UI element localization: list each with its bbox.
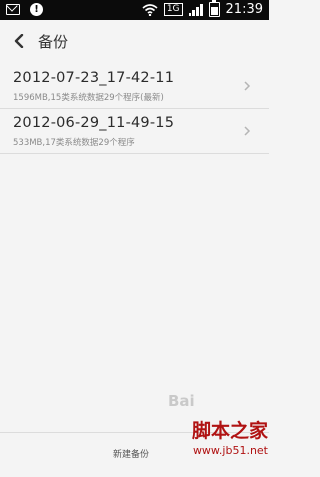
baidu-watermark: Bai xyxy=(168,392,195,410)
clock: 21:39 xyxy=(225,2,263,17)
signal-icon xyxy=(188,3,203,16)
backup-name: 2012-07-23_17-42-11 xyxy=(13,70,175,86)
backup-details: 533MB,17类系统数据29个程序 xyxy=(13,138,135,148)
status-bar-system: 1G 21:39 xyxy=(142,0,263,17)
back-button[interactable] xyxy=(8,28,34,54)
new-backup-button[interactable]: 新建备份 xyxy=(113,447,149,460)
status-bar: ! 1G 21:39 xyxy=(0,0,269,20)
backup-details: 1596MB,15类系统数据29个程序(最新) xyxy=(13,93,164,103)
alert-icon: ! xyxy=(30,3,43,16)
backup-name: 2012-06-29_11-49-15 xyxy=(13,115,175,131)
chevron-left-icon xyxy=(14,34,24,48)
bottom-bar: 新建备份 xyxy=(0,432,269,477)
title-bar: 备份 xyxy=(0,20,269,64)
backup-item[interactable]: 2012-07-23_17-42-11 1596MB,15类系统数据29个程序(… xyxy=(0,64,269,109)
sim-badge: 1G xyxy=(163,3,183,16)
chevron-right-icon xyxy=(244,126,251,136)
battery-icon xyxy=(208,0,220,17)
backup-list: 2012-07-23_17-42-11 1596MB,15类系统数据29个程序(… xyxy=(0,64,269,154)
mail-icon xyxy=(6,4,20,15)
chevron-right-icon xyxy=(244,81,251,91)
wifi-icon xyxy=(142,3,158,16)
status-bar-notifications: ! xyxy=(6,3,43,16)
page-title: 备份 xyxy=(38,33,69,51)
backup-item[interactable]: 2012-06-29_11-49-15 533MB,17类系统数据29个程序 xyxy=(0,109,269,154)
